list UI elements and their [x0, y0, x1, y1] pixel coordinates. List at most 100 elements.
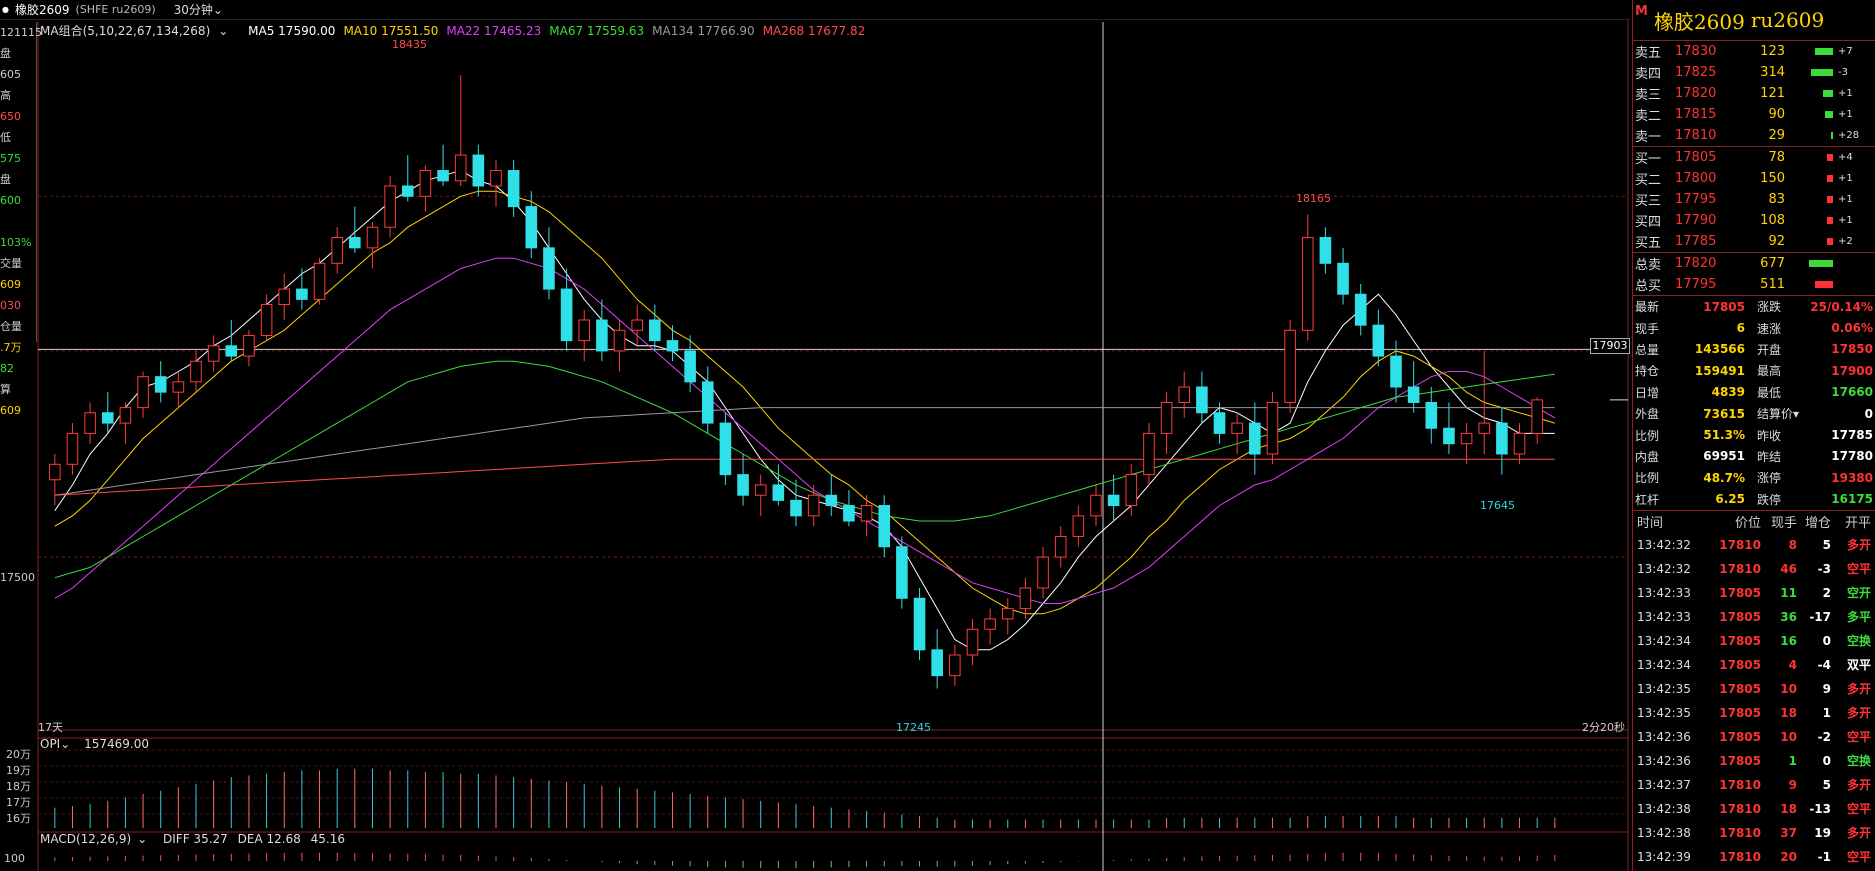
chevron-down-icon: ⌄: [137, 832, 148, 846]
totals-label: 总卖: [1635, 258, 1662, 273]
tick-row[interactable]: 13:42:32 17810 46 -3 空平: [1633, 557, 1875, 581]
asks-price: 17820: [1675, 86, 1717, 101]
left-panel-row: 609: [0, 278, 21, 291]
tick-time: 13:42:38: [1637, 825, 1691, 840]
tick-price: 17805: [1719, 681, 1761, 696]
tick-time: 13:42:36: [1637, 729, 1691, 744]
price-chart[interactable]: [0, 0, 1875, 871]
quote-contract-name[interactable]: 橡胶2609: [1654, 6, 1745, 35]
tick-row[interactable]: 13:42:33 17805 11 2 空开: [1633, 581, 1875, 605]
bids-label: 买三: [1635, 194, 1662, 209]
totals-row[interactable]: 总卖 17820 677: [1633, 253, 1875, 274]
bids-price: 17800: [1675, 171, 1717, 186]
tick-row[interactable]: 13:42:38 17810 18 -13 空平: [1633, 797, 1875, 821]
asks-row[interactable]: 卖一 17810 29 +28: [1633, 125, 1875, 146]
quote-row: 杠杆 6.25 跌停 16175: [1633, 489, 1875, 510]
quote-label: 外盘: [1635, 407, 1660, 422]
bids-change: +2: [1838, 236, 1853, 247]
macd-selector[interactable]: MACD(12,26,9) ⌄: [40, 832, 153, 846]
tick-row[interactable]: 13:42:39 17810 20 -1 空平: [1633, 845, 1875, 869]
tick-price: 17805: [1719, 657, 1761, 672]
candle-body: [1125, 474, 1138, 507]
left-info-panel: 121115 盘 605 高 650 低 575 盘 600 103% 交量 609 030 仓量 .7万 8…: [0, 22, 42, 417]
candle-body: [437, 170, 449, 182]
tick-nature: 多平: [1846, 610, 1871, 625]
candle-body: [1354, 293, 1367, 326]
tick-row[interactable]: 13:42:36 17805 10 -2 空平: [1633, 725, 1875, 749]
asks-row[interactable]: 卖四 17825 314 -3: [1633, 62, 1875, 83]
candle-body: [525, 206, 538, 249]
tick-qty: 4: [1788, 657, 1797, 672]
ma-legend-item: MA268 17677.82: [762, 24, 866, 38]
tick-oi-change: 5: [1822, 537, 1831, 552]
bids-row[interactable]: 买二 17800 150 +1: [1633, 168, 1875, 189]
tick-row[interactable]: 13:42:35 17805 10 9 多开: [1633, 677, 1875, 701]
quote-value: 48.7%: [1703, 470, 1745, 485]
quote-value: 73615: [1703, 406, 1745, 421]
tick-time: 13:42:38: [1637, 801, 1691, 816]
tick-row[interactable]: 13:42:34 17805 16 0 空换: [1633, 629, 1875, 653]
asks-row[interactable]: 卖五 17830 123 +7: [1633, 41, 1875, 62]
tick-time: 13:42:33: [1637, 609, 1691, 624]
tick-time: 13:42:39: [1637, 849, 1691, 864]
left-panel-row: [0, 211, 36, 232]
ma-line-ma268: [54, 458, 1555, 496]
opi-selector[interactable]: OPI⌄: [40, 737, 70, 751]
tick-time: 13:42:36: [1637, 753, 1691, 768]
totals-label: 总买: [1635, 279, 1662, 294]
quote-value: 17900: [1831, 363, 1873, 378]
candle-body: [1160, 401, 1173, 434]
candle-body: [737, 474, 749, 496]
bids-volume: 92: [1768, 234, 1785, 249]
candle-body: [1090, 494, 1102, 517]
chevron-down-icon: ⌄: [60, 737, 71, 751]
quote-value: 4839: [1711, 385, 1745, 400]
left-panel-row: .7万: [0, 341, 22, 354]
contract-title[interactable]: 橡胶2609: [15, 1, 70, 18]
tick-price: 17805: [1719, 753, 1761, 768]
candle-body: [207, 345, 220, 362]
tick-list[interactable]: 13:42:32 17810 8 5 多开 13:42:32 17810 46 -3 空平 13:4…: [1633, 533, 1875, 869]
tick-row[interactable]: 13:42:34 17805 4 -4 双平: [1633, 653, 1875, 677]
tick-qty: 18: [1780, 801, 1797, 816]
ma-combo-selector[interactable]: MA组合(5,10,22,67,134,268) ⌄: [40, 24, 236, 38]
bids-row[interactable]: 买五 17785 92 +2: [1633, 231, 1875, 252]
bids-volume-bar: [1827, 238, 1833, 245]
bids-label: 买二: [1635, 173, 1662, 188]
tick-row[interactable]: 13:42:38 17810 37 19 多开: [1633, 821, 1875, 845]
candle-body: [613, 329, 626, 352]
bids-row[interactable]: 买四 17790 108 +1: [1633, 210, 1875, 231]
totals-row[interactable]: 总买 17795 511: [1633, 274, 1875, 295]
tick-row[interactable]: 13:42:35 17805 18 1 多开: [1633, 701, 1875, 725]
ask-book: 卖五 17830 123 +7 卖四 17825 314 -3 卖三 17820 121 +1 卖二 17…: [1633, 41, 1875, 147]
period-selector[interactable]: 30分钟⌄: [174, 1, 223, 18]
asks-volume-bar: [1831, 132, 1833, 139]
quote-value: 17850: [1831, 342, 1873, 357]
candle-body: [949, 654, 961, 677]
quote-label[interactable]: 结算价▾: [1745, 405, 1807, 422]
tick-price: 17805: [1719, 705, 1761, 720]
left-panel-row: 650: [0, 110, 21, 123]
tick-qty: 1: [1788, 753, 1797, 768]
quote-label: 比例: [1635, 428, 1660, 443]
chart-topbar: ● 橡胶2609 (SHFE ru2609) 30分钟⌄: [0, 0, 1630, 20]
tick-row[interactable]: 13:42:32 17810 8 5 多开: [1633, 533, 1875, 557]
bids-row[interactable]: 买三 17795 83 +1: [1633, 189, 1875, 210]
tick-row[interactable]: 13:42:36 17805 1 0 空换: [1633, 749, 1875, 773]
candle-body: [1196, 386, 1208, 414]
bullet-icon: ●: [2, 5, 9, 14]
asks-price: 17810: [1675, 128, 1717, 143]
quote-label: 最新: [1635, 300, 1660, 315]
bids-row[interactable]: 买一 17805 78 +4: [1633, 147, 1875, 168]
tick-row[interactable]: 13:42:37 17810 9 5 多开: [1633, 773, 1875, 797]
asks-row[interactable]: 卖三 17820 121 +1: [1633, 83, 1875, 104]
tick-price: 17810: [1719, 537, 1761, 552]
candle-body: [631, 319, 643, 331]
bids-price: 17805: [1675, 150, 1717, 165]
asks-row[interactable]: 卖二 17815 90 +1: [1633, 104, 1875, 125]
candle-body: [560, 288, 573, 342]
tick-row[interactable]: 13:42:33 17805 36 -17 多平: [1633, 605, 1875, 629]
quote-label: 最低: [1757, 385, 1782, 400]
bids-change: +1: [1838, 194, 1853, 205]
candle-body: [401, 185, 414, 197]
